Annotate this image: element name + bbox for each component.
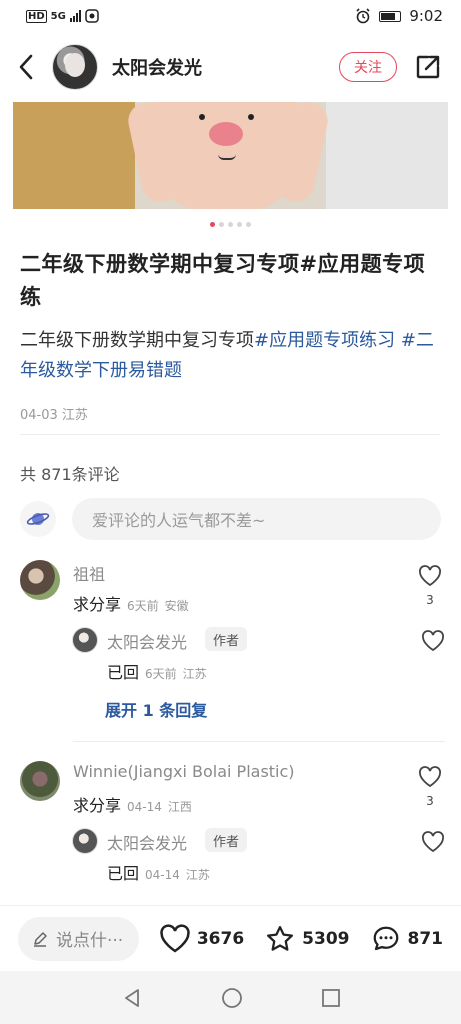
clock: 9:02: [409, 7, 443, 25]
post-meta: 04-03 江苏: [20, 408, 88, 423]
comment-time: 04-14: [127, 800, 162, 814]
like-button[interactable]: 3676: [159, 923, 245, 954]
comment-button[interactable]: 871: [370, 924, 444, 954]
comment-like[interactable]: 3: [415, 565, 445, 607]
comment-total: 871: [407, 928, 444, 949]
carousel-dot[interactable]: [246, 222, 251, 227]
reply-like[interactable]: [421, 630, 445, 656]
alarm-icon: [356, 8, 370, 24]
system-nav-bar: [0, 971, 461, 1024]
divider: [73, 741, 445, 742]
reply-avatar[interactable]: [72, 627, 98, 653]
pig-eye-left: [199, 114, 205, 120]
post-content: 二年级下册数学期中复习专项#应用题专项练 二年级下册数学期中复习专项#应用题专项…: [20, 248, 445, 423]
comment-bubble-icon: [373, 926, 398, 950]
reply-item: 太阳会发光 作者 已回 6天前 江苏: [72, 627, 445, 687]
nav-back-icon[interactable]: [121, 987, 143, 1009]
reply-text: 已回 6天前 江苏: [107, 659, 207, 683]
pig-snout: [209, 122, 243, 146]
nav-recents-icon[interactable]: [321, 988, 341, 1008]
status-bar: HD 5G 9:02: [0, 0, 461, 32]
carousel-dot[interactable]: [210, 222, 215, 227]
comment-item: Winnie(Jiangxi Bolai Plastic) 求分享 04-14 江西…: [20, 761, 445, 896]
comment-time: 6天前: [127, 599, 159, 613]
comment-location: 安徽: [164, 599, 189, 613]
carousel-dot[interactable]: [219, 222, 224, 227]
post-header: 太阳会发光 关注: [0, 32, 461, 102]
post-image[interactable]: [13, 102, 448, 209]
reply-author-name[interactable]: 太阳会发光: [107, 629, 187, 653]
heart-icon[interactable]: [418, 565, 442, 587]
notification-icon: [85, 9, 99, 23]
author-badge: 作者: [205, 828, 248, 852]
expand-replies-link[interactable]: 展开 1 条回复: [105, 697, 207, 721]
share-icon[interactable]: [413, 52, 443, 82]
like-count: 3676: [196, 928, 245, 949]
commenter-name[interactable]: Winnie(Jiangxi Bolai Plastic): [73, 762, 295, 781]
author-name[interactable]: 太阳会发光: [112, 54, 202, 80]
signal-icon: [69, 10, 81, 22]
pig-eye-right: [248, 114, 254, 120]
heart-icon: [160, 923, 190, 953]
comment-input[interactable]: 爱评论的人运气都不差~: [72, 498, 441, 540]
comment-body: 求分享: [73, 796, 122, 815]
comment-text: 求分享 6天前 安徽: [73, 591, 189, 615]
author-badge: 作者: [205, 627, 248, 651]
comment-input-row: 爱评论的人运气都不差~: [20, 498, 442, 540]
nav-home-icon[interactable]: [221, 987, 243, 1009]
comment-body: 求分享: [73, 595, 122, 614]
back-arrow-icon[interactable]: [18, 47, 42, 87]
reply-author-name[interactable]: 太阳会发光: [107, 830, 187, 854]
commenter-avatar[interactable]: [20, 560, 60, 600]
commenter-avatar[interactable]: [20, 761, 60, 801]
reply-avatar[interactable]: [72, 828, 98, 854]
pencil-icon: [34, 931, 47, 947]
favorite-count: 5309: [302, 928, 350, 949]
post-body-text: 二年级下册数学期中复习专项: [20, 330, 254, 351]
comment-location: 江西: [167, 800, 192, 814]
favorite-button[interactable]: 5309: [264, 924, 350, 954]
star-icon: [267, 925, 294, 951]
reply-location: 江苏: [185, 868, 210, 882]
reply-location: 江苏: [182, 667, 207, 681]
commenter-name[interactable]: 祖祖: [73, 561, 105, 585]
say-something-placeholder: 说点什···: [56, 931, 124, 951]
bottom-action-bar: 说点什··· 3676 5309 871: [0, 905, 461, 971]
carousel-dot[interactable]: [228, 222, 233, 227]
carousel-indicator: [0, 222, 461, 227]
reply-time: 6天前: [145, 667, 177, 681]
comment-like[interactable]: 3: [415, 766, 445, 808]
post-body: 二年级下册数学期中复习专项#应用题专项练习 #二年级数学下册易错题: [20, 326, 445, 386]
reply-body: 已回: [107, 663, 140, 682]
comment-like-count: 3: [426, 794, 434, 808]
post-title: 二年级下册数学期中复习专项#应用题专项练: [20, 252, 426, 309]
reply-body: 已回: [107, 864, 140, 883]
author-avatar[interactable]: [52, 44, 98, 90]
network-5g-indicator: 5G: [50, 10, 66, 22]
say-something-input[interactable]: 说点什···: [18, 916, 139, 961]
divider: [20, 434, 440, 435]
reply-time: 04-14: [145, 868, 180, 882]
reply-text: 已回 04-14 江苏: [107, 860, 210, 884]
battery-icon: [379, 10, 402, 22]
comment-count: 共 871条评论: [20, 465, 120, 484]
hd-indicator: HD: [26, 9, 47, 23]
reply-like[interactable]: [421, 831, 445, 857]
comment-text: 求分享 04-14 江西: [73, 792, 192, 816]
follow-button[interactable]: 关注: [339, 52, 397, 82]
comment-item: 祖祖 求分享 6天前 安徽 3 太阳会发光 作者 已回 6天前 江苏: [20, 560, 445, 740]
heart-icon[interactable]: [418, 766, 442, 788]
comment-like-count: 3: [426, 593, 434, 607]
carousel-dot[interactable]: [237, 222, 242, 227]
planet-icon: [20, 501, 56, 537]
heart-icon[interactable]: [421, 630, 445, 652]
reply-item: 太阳会发光 作者 已回 04-14 江苏: [72, 828, 445, 888]
network-indicators: HD 5G: [26, 9, 99, 23]
heart-icon[interactable]: [421, 831, 445, 853]
hashtag-link[interactable]: #应用题专项练习: [254, 330, 395, 351]
